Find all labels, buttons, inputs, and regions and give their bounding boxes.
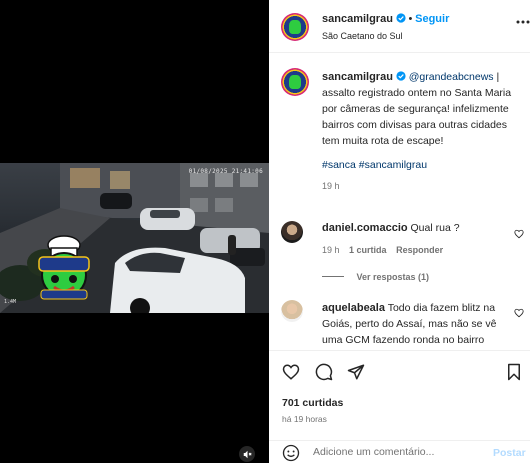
post-header: sancamilgrau • Seguir São Caetano do Sul: [269, 0, 530, 53]
caption-avatar[interactable]: [281, 68, 309, 96]
action-bar: 701 curtidas há 19 horas: [269, 350, 530, 440]
like-comment-heart-icon[interactable]: [514, 229, 524, 239]
post-comment-button[interactable]: Postar: [493, 447, 526, 459]
author-username[interactable]: sancamilgrau: [322, 13, 393, 25]
comment-username[interactable]: aquelabeala: [322, 302, 385, 314]
more-options-icon[interactable]: [516, 20, 530, 24]
header-separator: •: [408, 13, 413, 25]
hashtag-sancamilgrau[interactable]: #sancamilgrau: [359, 159, 427, 171]
caption: sancamilgrau @grandeabcnews | assalto re…: [322, 69, 522, 194]
view-replies[interactable]: Ver respostas (1): [322, 272, 429, 282]
post-location[interactable]: São Caetano do Sul: [322, 31, 403, 41]
commenter-avatar[interactable]: [281, 221, 303, 243]
follow-button[interactable]: Seguir: [415, 13, 449, 25]
comment-1: daniel.comaccio Qual rua ?: [322, 222, 512, 234]
verified-badge-icon: [396, 71, 406, 81]
comment-time: 19 h: [322, 245, 340, 255]
save-bookmark-icon[interactable]: [506, 363, 522, 381]
comments-section[interactable]: sancamilgrau @grandeabcnews | assalto re…: [269, 54, 530, 350]
commenter-avatar[interactable]: [281, 300, 303, 322]
emoji-smiley-icon[interactable]: [282, 444, 300, 462]
video-player[interactable]: 01/08/2025 21:41:06 1.4M: [0, 163, 269, 313]
view-replies-label[interactable]: Ver respostas (1): [357, 272, 430, 282]
comment-1-meta: 19 h 1 curtida Responder: [322, 245, 443, 255]
comment-likes[interactable]: 1 curtida: [349, 245, 387, 255]
comment-username[interactable]: daniel.comaccio: [322, 222, 408, 234]
author-avatar[interactable]: [281, 13, 309, 41]
comment-input[interactable]: [313, 446, 483, 458]
post-time-ago: há 19 horas: [282, 414, 327, 424]
like-comment-heart-icon[interactable]: [514, 308, 524, 318]
comment-2: aquelabeala Todo dia fazem blitz na Goiá…: [322, 300, 512, 348]
caption-username[interactable]: sancamilgrau: [322, 71, 393, 83]
likes-count[interactable]: 701 curtidas: [282, 397, 343, 409]
like-heart-icon[interactable]: [282, 363, 300, 381]
add-comment-bar: Postar: [269, 440, 530, 463]
replies-line: [322, 276, 344, 277]
share-send-icon[interactable]: [347, 363, 365, 381]
muted-speaker-icon: [243, 450, 252, 458]
comment-bubble-icon[interactable]: [315, 363, 333, 381]
sanca-mil-grau-logo: [38, 235, 90, 300]
post-media[interactable]: 01/08/2025 21:41:06 1.4M: [0, 0, 269, 463]
verified-badge-icon: [396, 13, 406, 23]
video-corner-label: 1.4M: [4, 299, 17, 305]
caption-mention[interactable]: @grandeabcnews: [409, 71, 494, 83]
reply-button[interactable]: Responder: [396, 245, 443, 255]
mute-button[interactable]: [239, 446, 255, 462]
caption-time: 19 h: [322, 181, 340, 191]
hashtag-sanca[interactable]: #sanca: [322, 159, 356, 171]
post-details-panel: sancamilgrau • Seguir São Caetano do Sul…: [269, 0, 530, 463]
comment-text: Qual rua ?: [410, 222, 460, 234]
video-timestamp: 01/08/2025 21:41:06: [188, 168, 263, 175]
